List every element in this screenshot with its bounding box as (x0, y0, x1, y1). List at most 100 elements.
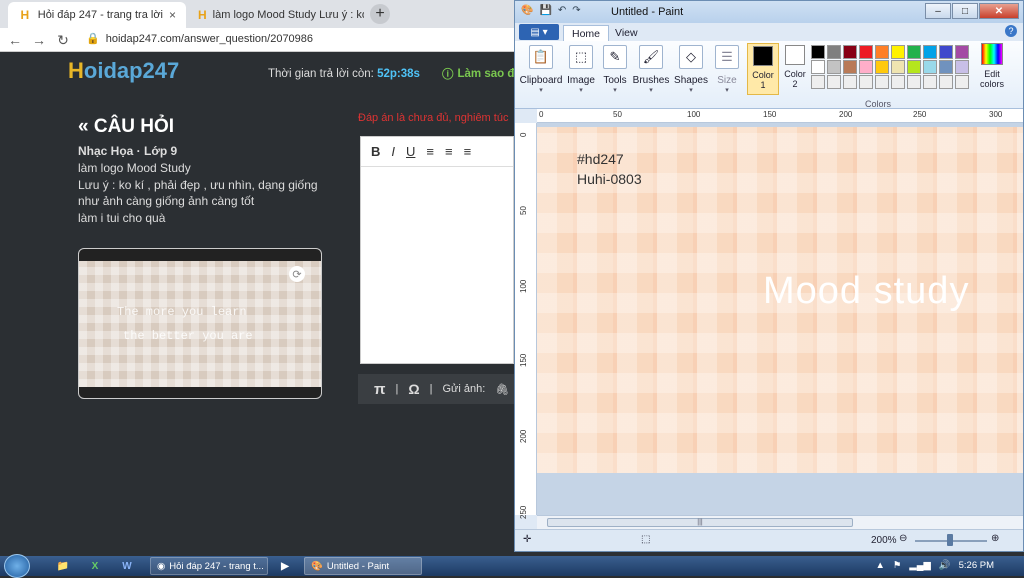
palette-swatch[interactable] (843, 45, 857, 59)
tab-question[interactable]: H làm logo Mood Study Lưu ý : ko × (188, 2, 364, 28)
palette-swatch[interactable] (811, 45, 825, 59)
palette-swatch[interactable] (939, 60, 953, 74)
zoom-level: 200% (871, 535, 897, 546)
palette-swatch[interactable] (923, 45, 937, 59)
align-left-icon[interactable]: ≡ (426, 144, 434, 159)
network-icon[interactable]: ▂▄▆ (909, 560, 930, 571)
paint-window: 🎨 💾 ↶ ↷ Untitled - Paint – □ ✕ ▤ ▾ Home … (514, 0, 1024, 552)
scroll-thumb[interactable]: ||| (547, 518, 853, 527)
url-field[interactable]: 🔒 hoidap247.com/answer_question/2070986 (86, 32, 313, 46)
palette-swatch[interactable] (955, 75, 969, 89)
undo-icon[interactable]: ↶ (558, 5, 566, 16)
size-group[interactable]: ☰ Size ▾ (705, 43, 749, 101)
taskbar-chrome[interactable]: ◉ Hỏi đáp 247 - trang t... (150, 557, 268, 575)
tab-hoidap-answer[interactable]: H Hỏi đáp 247 - trang tra lời × (8, 2, 186, 28)
brushes-group[interactable]: 🖌 Brushes ▾ (629, 43, 673, 101)
palette-swatch[interactable] (939, 45, 953, 59)
paperclip-icon[interactable]: 🖇 (495, 383, 509, 396)
site-logo[interactable]: Hoidap247 (68, 58, 179, 84)
underline-button[interactable]: U (406, 144, 415, 159)
cursor-position-icon: ✛ (523, 534, 532, 545)
special-char-button[interactable]: Ω (408, 381, 419, 397)
hoidap-favicon-icon: H (20, 8, 30, 22)
paint-status-bar: ✛ ⬚ 200% ⊖ ⊕ (515, 529, 1023, 551)
question-heading: « CÂU HỎI (78, 116, 175, 137)
drawing-canvas[interactable]: #hd247 Huhi-0803 Mood study (537, 127, 1023, 473)
maximize-button[interactable]: □ (952, 3, 978, 19)
palette-swatch[interactable] (875, 60, 889, 74)
hoidap-favicon-icon: H (198, 8, 207, 22)
edit-colors-button[interactable]: Edit colors (977, 43, 1007, 89)
word-icon[interactable]: W (116, 558, 138, 574)
colors-group-label: Colors (865, 99, 892, 109)
back-arrow-icon[interactable]: ← (6, 31, 24, 49)
palette-swatch[interactable] (875, 75, 889, 89)
horizontal-scrollbar[interactable]: ||| (537, 515, 1023, 529)
palette-swatch[interactable] (843, 75, 857, 89)
forward-arrow-icon[interactable]: → (30, 31, 48, 49)
palette-swatch[interactable] (859, 45, 873, 59)
palette-swatch[interactable] (955, 60, 969, 74)
media-player-icon[interactable]: ▶ (274, 558, 296, 574)
palette-swatch[interactable] (891, 75, 905, 89)
horizontal-ruler: 0 50 100 150 200 250 300 (537, 109, 1023, 123)
palette-swatch[interactable] (955, 45, 969, 59)
rotate-image-icon[interactable]: ⟳ (289, 266, 305, 282)
minimize-button[interactable]: – (925, 3, 951, 19)
math-formula-button[interactable]: π (374, 381, 385, 398)
palette-swatch[interactable] (907, 45, 921, 59)
align-center-icon[interactable]: ≡ (445, 144, 453, 159)
palette-swatch[interactable] (891, 60, 905, 74)
zoom-in-icon[interactable]: ⊕ (991, 533, 999, 544)
clipboard-group[interactable]: 📋 Clipboard ▾ (519, 43, 563, 101)
palette-swatch[interactable] (859, 60, 873, 74)
palette-swatch[interactable] (827, 60, 841, 74)
reload-icon[interactable]: ↻ (54, 31, 72, 49)
tab-view[interactable]: View (607, 25, 646, 41)
palette-swatch[interactable] (875, 45, 889, 59)
help-link[interactable]: ⓘ Làm sao đ (442, 66, 514, 82)
start-button[interactable] (4, 554, 30, 578)
palette-swatch[interactable] (827, 45, 841, 59)
help-icon[interactable]: ? (1005, 25, 1017, 37)
palette-swatch[interactable] (811, 60, 825, 74)
question-image[interactable]: The more you learn the better you are ⟳ (78, 248, 322, 399)
color1-button[interactable]: Color 1 (747, 43, 779, 95)
question-meta: Nhạc Họa · Lớp 9 (78, 144, 178, 158)
zoom-slider-knob[interactable] (947, 534, 953, 546)
tray-arrow-icon[interactable]: ▲ (875, 560, 884, 571)
new-tab-button[interactable]: + (370, 4, 390, 24)
italic-button[interactable]: I (391, 144, 395, 159)
zoom-out-icon[interactable]: ⊖ (899, 533, 907, 544)
excel-icon[interactable]: X (84, 558, 106, 574)
palette-swatch[interactable] (939, 75, 953, 89)
color2-button[interactable]: Color 2 (781, 43, 809, 95)
editor-bottom-bar: π | Ω | Gửi ảnh: 🖇 (358, 374, 514, 404)
brush-icon: 🖌 (639, 45, 663, 69)
file-menu-button[interactable]: ▤ ▾ (519, 24, 559, 40)
redo-icon[interactable]: ↷ (572, 5, 580, 16)
tab-home[interactable]: Home (563, 25, 610, 41)
palette-swatch[interactable] (843, 60, 857, 74)
palette-swatch[interactable] (907, 75, 921, 89)
answer-editor[interactable]: B I U ≡ ≡ ≡ (360, 136, 514, 364)
close-button[interactable]: ✕ (979, 3, 1019, 19)
explorer-icon[interactable]: 📁 (52, 558, 74, 574)
editor-toolbar: B I U ≡ ≡ ≡ (361, 137, 513, 167)
palette-swatch[interactable] (907, 60, 921, 74)
flag-icon[interactable]: ⚑ (893, 560, 902, 571)
palette-swatch[interactable] (827, 75, 841, 89)
bold-button[interactable]: B (371, 144, 380, 159)
clock[interactable]: 5:26 PM (959, 560, 994, 571)
palette-swatch[interactable] (859, 75, 873, 89)
palette-swatch[interactable] (891, 45, 905, 59)
palette-swatch[interactable] (923, 75, 937, 89)
save-icon[interactable]: 💾 (539, 5, 551, 16)
align-right-icon[interactable]: ≡ (464, 144, 472, 159)
volume-icon[interactable]: 🔊 (939, 560, 951, 571)
palette-swatch[interactable] (923, 60, 937, 74)
taskbar-paint[interactable]: 🎨 Untitled - Paint (304, 557, 422, 575)
palette-swatch[interactable] (811, 75, 825, 89)
close-tab-icon[interactable]: × (169, 8, 176, 22)
paint-app-icon[interactable]: 🎨 (521, 5, 533, 16)
